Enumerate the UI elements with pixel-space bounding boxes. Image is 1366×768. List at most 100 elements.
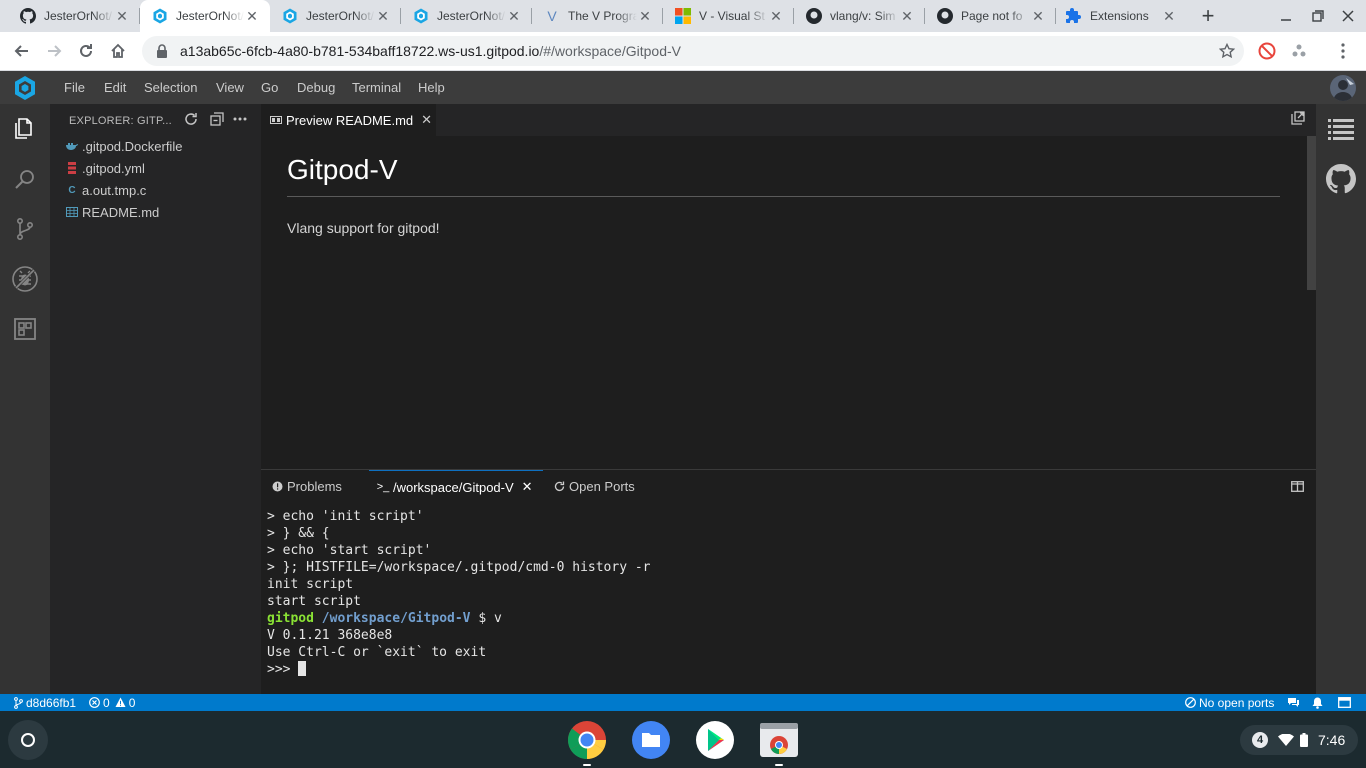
gitpod-logo-icon[interactable]	[13, 75, 37, 101]
github-icon[interactable]	[1316, 154, 1366, 204]
play-store-icon[interactable]	[695, 720, 735, 760]
file-name: .gitpod.Dockerfile	[82, 138, 183, 154]
menu-selection[interactable]: Selection	[144, 71, 197, 104]
close-tab-icon[interactable]: ✕	[244, 8, 260, 24]
menu-edit[interactable]: Edit	[104, 71, 126, 104]
ports-status[interactable]: No open ports	[1185, 694, 1274, 711]
editor-scrollbar[interactable]	[1307, 136, 1316, 290]
bottom-panel: Problems >_ /workspace/Gitpod-V ✕ Open P…	[261, 469, 1316, 694]
browser-tab-title: JesterOrNot/	[437, 9, 506, 23]
menu-help[interactable]: Help	[418, 71, 445, 104]
new-tab-button[interactable]: +	[1196, 3, 1220, 28]
browser-tab-6[interactable]: V - Visual St ✕	[663, 0, 794, 32]
file-item-c-source[interactable]: C a.out.tmp.c	[66, 179, 146, 201]
github-icon	[806, 8, 822, 24]
close-tab-icon[interactable]: ✕	[637, 8, 653, 24]
file-name: .gitpod.yml	[82, 160, 145, 176]
markdown-icon	[66, 206, 78, 218]
chrome-icon[interactable]	[567, 720, 607, 766]
close-tab-icon[interactable]: ✕	[899, 8, 915, 24]
preview-paragraph: Vlang support for gitpod!	[287, 220, 440, 236]
browser-tab-9[interactable]: Extensions ✕	[1056, 0, 1187, 32]
launcher-button[interactable]	[8, 720, 48, 760]
editor-tab-preview-readme[interactable]: Preview README.md ✕	[261, 104, 436, 136]
github-icon	[20, 8, 36, 24]
reload-icon[interactable]	[74, 39, 98, 63]
files-icon[interactable]	[631, 720, 671, 760]
close-tab-icon[interactable]: ✕	[1161, 8, 1177, 24]
forward-icon[interactable]	[42, 39, 66, 63]
close-tab-icon[interactable]: ✕	[1030, 8, 1046, 24]
yaml-icon	[66, 162, 78, 174]
chat-icon[interactable]	[1287, 694, 1303, 711]
close-icon[interactable]: ✕	[522, 479, 533, 495]
open-source-icon[interactable]	[1290, 110, 1306, 126]
git-branch-status[interactable]: d8d66fb1	[14, 694, 76, 711]
debug-icon[interactable]	[0, 254, 50, 304]
ide-menu-bar: File Edit Selection View Go Debug Termin…	[0, 71, 1366, 104]
browser-tab-4[interactable]: JesterOrNot/ ✕	[401, 0, 532, 32]
browser-tab-8[interactable]: Page not fo ✕	[925, 0, 1056, 32]
prompt-command: $ v	[478, 611, 502, 626]
v-icon: V	[547, 8, 557, 24]
outline-list-icon[interactable]	[1316, 104, 1366, 154]
extension-icon[interactable]	[1290, 42, 1308, 60]
git-branch-icon	[14, 696, 23, 709]
clock-time: 7:46	[1318, 732, 1346, 748]
problems-status[interactable]: 0 0	[89, 694, 135, 711]
menu-file[interactable]: File	[64, 71, 85, 104]
extensions-icon[interactable]	[0, 304, 50, 354]
chrome-canary-icon[interactable]	[759, 720, 799, 766]
blocked-extension-icon[interactable]	[1258, 42, 1276, 60]
error-icon	[89, 697, 100, 708]
bookmark-star-icon[interactable]	[1218, 42, 1236, 60]
tab-problems[interactable]: Problems	[271, 470, 342, 503]
browser-tab-1[interactable]: JesterOrNot/ ✕	[0, 0, 140, 32]
refresh-icon[interactable]	[182, 110, 200, 128]
tab-open-ports[interactable]: Open Ports	[553, 470, 635, 503]
home-icon[interactable]	[106, 39, 130, 63]
system-tray[interactable]: 4 7:46	[1240, 725, 1358, 755]
search-icon[interactable]	[0, 154, 50, 204]
file-item-readme[interactable]: README.md	[66, 201, 159, 223]
browser-tab-5[interactable]: V The V Progra ✕	[532, 0, 663, 32]
back-icon[interactable]	[10, 39, 34, 63]
close-tab-icon[interactable]: ✕	[375, 8, 391, 24]
restore-icon[interactable]	[1308, 6, 1328, 26]
more-actions-icon[interactable]	[231, 110, 249, 128]
address-bar[interactable]: a13ab65c-6fcb-4a80-b781-534baff18722.ws-…	[142, 36, 1244, 66]
explorer-icon[interactable]	[0, 104, 50, 154]
markdown-preview: Gitpod-V Vlang support for gitpod!	[287, 154, 1280, 236]
file-item-gitpod-yml[interactable]: .gitpod.yml	[66, 157, 145, 179]
avatar[interactable]	[1330, 75, 1356, 101]
browser-tab-strip: JesterOrNot/ ✕ JesterOrNot/ ✕ JesterOrNo…	[0, 0, 1366, 32]
file-item-dockerfile[interactable]: .gitpod.Dockerfile	[66, 135, 182, 157]
terminal-output[interactable]: > echo 'init script' > } && {> echo 'star…	[267, 508, 1307, 678]
repl-line: >>>	[267, 661, 1307, 678]
menu-terminal[interactable]: Terminal	[352, 71, 401, 104]
right-activity-bar	[1316, 104, 1366, 694]
browser-tab-3[interactable]: JesterOrNot/ ✕	[270, 0, 401, 32]
notifications-bell-icon[interactable]	[1312, 694, 1326, 711]
menu-view[interactable]: View	[216, 71, 244, 104]
close-tab-icon[interactable]: ✕	[768, 8, 784, 24]
toggle-panel-icon[interactable]	[1338, 694, 1354, 711]
browser-tab-7[interactable]: vlang/v: Sim ✕	[794, 0, 925, 32]
close-tab-icon[interactable]: ✕	[114, 8, 130, 24]
menu-go[interactable]: Go	[261, 71, 278, 104]
tab-terminal[interactable]: >_ /workspace/Gitpod-V ✕	[369, 470, 543, 503]
browser-menu-icon[interactable]	[1334, 42, 1352, 60]
collapse-all-icon[interactable]	[208, 110, 226, 128]
browser-tab-2-active[interactable]: JesterOrNot/ ✕	[140, 0, 270, 32]
minimize-icon[interactable]	[1276, 6, 1296, 26]
close-tab-icon[interactable]: ✕	[506, 8, 522, 24]
docker-icon	[66, 140, 78, 152]
terminal-line: > echo 'init script'	[267, 509, 424, 524]
info-icon	[271, 481, 283, 493]
close-icon[interactable]: ✕	[421, 112, 432, 128]
prompt-line: gitpod /workspace/Gitpod-V $ v	[267, 610, 1307, 627]
source-control-icon[interactable]	[0, 204, 50, 254]
close-window-icon[interactable]	[1338, 6, 1358, 26]
split-panel-icon[interactable]	[1290, 479, 1304, 493]
menu-debug[interactable]: Debug	[297, 71, 335, 104]
